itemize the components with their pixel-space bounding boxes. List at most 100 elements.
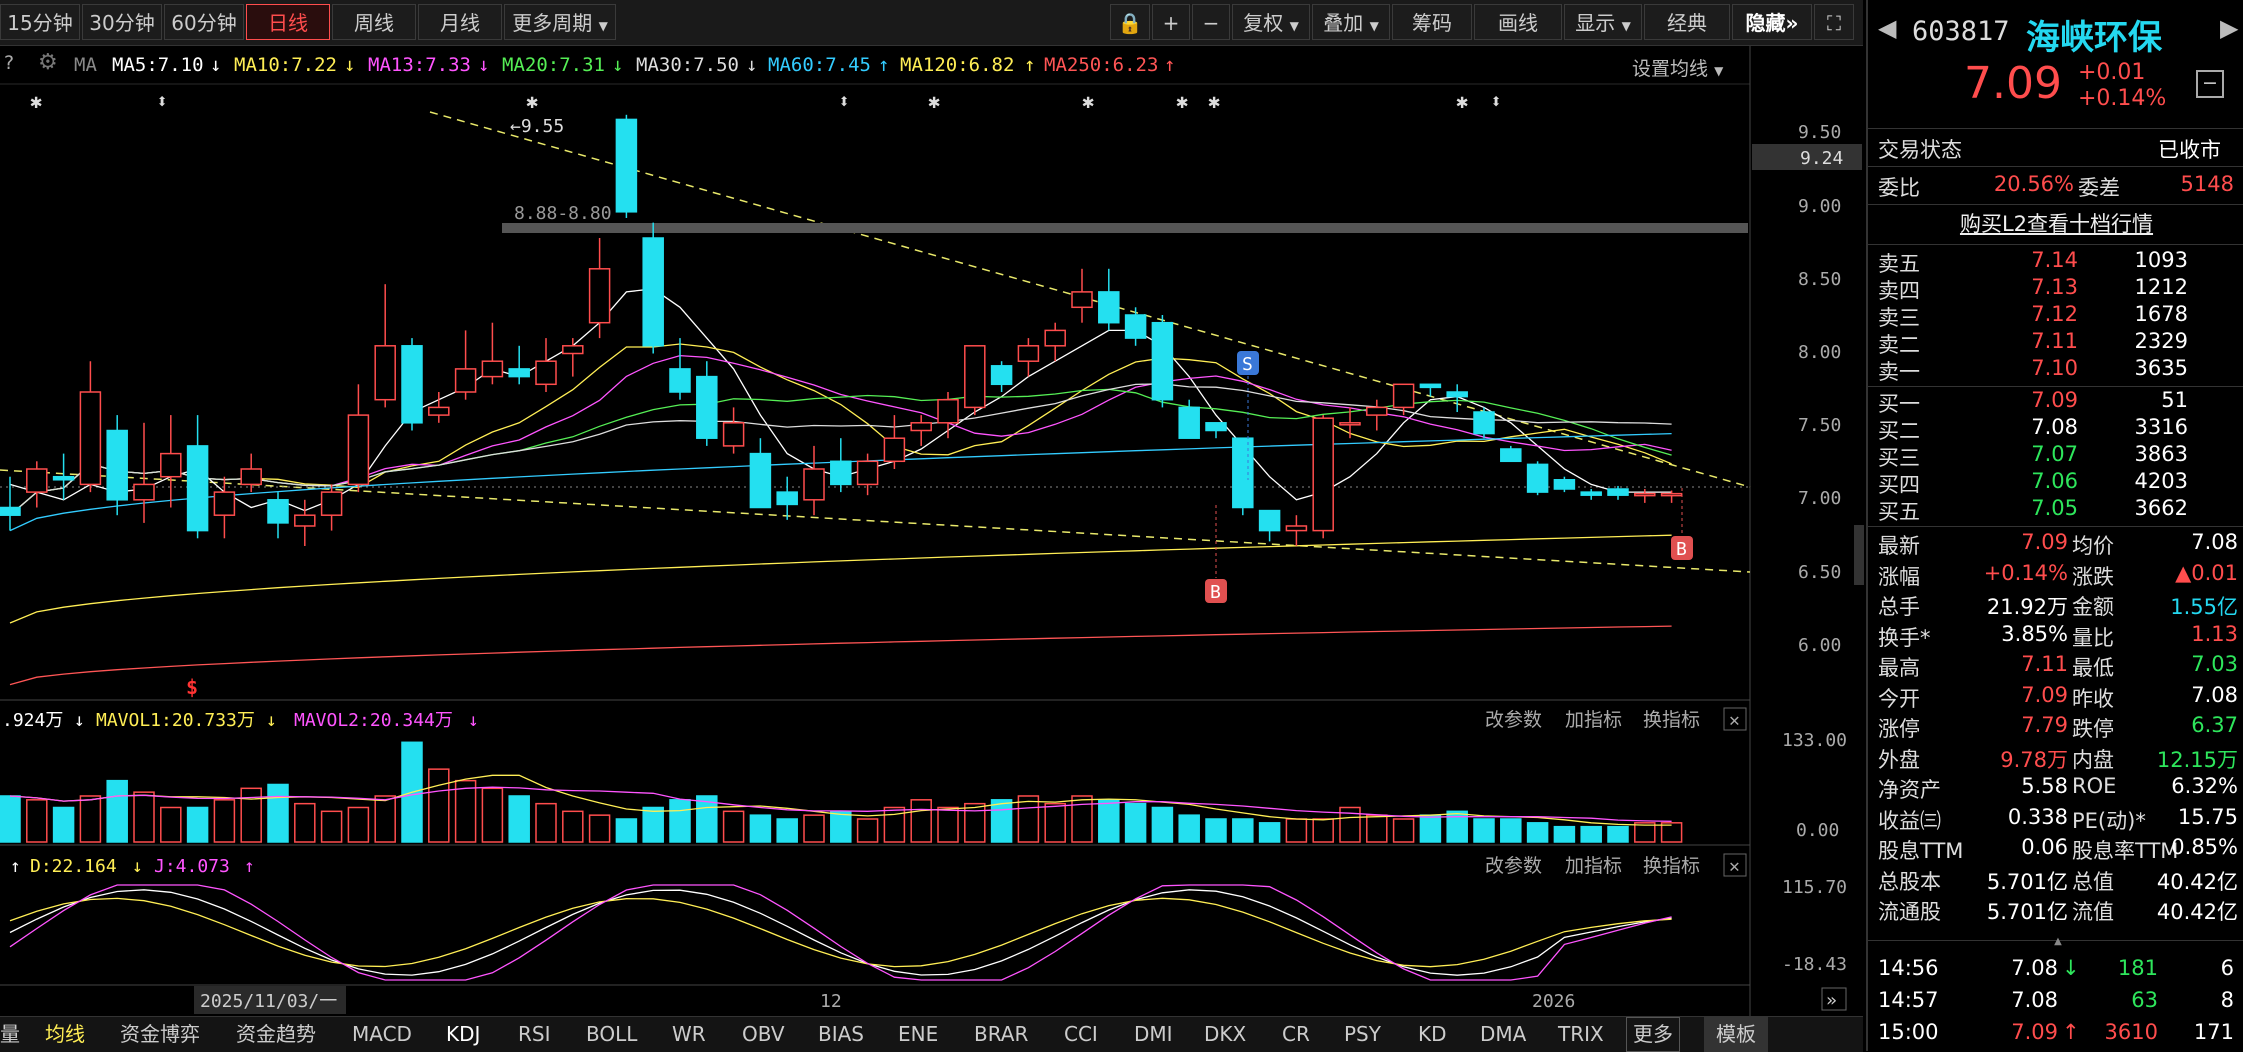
prev-stock-icon[interactable]: ◀	[1878, 14, 1896, 42]
candle[interactable]	[856, 453, 879, 496]
vol-add-indicator-button[interactable]: 加指标	[1565, 709, 1622, 731]
vol-edit-params-button[interactable]: 改参数	[1485, 709, 1542, 731]
tab-cci[interactable]: CCI	[1064, 1017, 1098, 1052]
candle[interactable]	[1017, 338, 1040, 377]
candle[interactable]	[776, 476, 798, 520]
candle[interactable]	[990, 361, 1013, 392]
candle[interactable]	[1124, 307, 1147, 346]
kdj-edit-params-button[interactable]: 改参数	[1485, 855, 1542, 877]
updown-arrow-icon[interactable]: ⬍	[156, 89, 168, 113]
candle[interactable]	[1151, 315, 1174, 408]
star-icon[interactable]: ✱	[30, 89, 42, 113]
candle[interactable]	[160, 415, 182, 508]
candle[interactable]	[26, 461, 48, 508]
candle[interactable]	[1312, 415, 1334, 539]
candle[interactable]	[642, 222, 664, 354]
candle[interactable]	[1285, 515, 1308, 546]
kdj-add-indicator-button[interactable]: 加指标	[1565, 855, 1622, 877]
candle[interactable]	[1258, 509, 1281, 542]
tab-macd[interactable]: MACD	[352, 1017, 412, 1052]
candle[interactable]	[508, 345, 530, 385]
updown-arrow-icon[interactable]: ⬍	[1490, 89, 1502, 113]
candle[interactable]	[1526, 461, 1549, 496]
candle[interactable]	[0, 476, 21, 531]
tab-volume[interactable]: 量	[0, 1017, 20, 1052]
candle[interactable]	[883, 415, 906, 469]
tab-wr[interactable]: WR	[672, 1017, 706, 1052]
panel-toggle-handle[interactable]	[1854, 525, 1864, 585]
star-icon[interactable]: ✱	[526, 89, 538, 113]
candle[interactable]	[562, 338, 584, 377]
candle[interactable]	[1419, 383, 1442, 397]
candle[interactable]	[535, 338, 557, 392]
tab-kd[interactable]: KD	[1418, 1017, 1447, 1052]
tab-dmi[interactable]: DMI	[1134, 1017, 1173, 1052]
candle[interactable]	[294, 499, 316, 546]
candle[interactable]	[1044, 322, 1066, 362]
candle[interactable]	[1446, 384, 1468, 413]
tab-ene[interactable]: ENE	[898, 1017, 938, 1052]
collapse-panel-icon[interactable]: −	[2196, 70, 2224, 98]
tab-boll[interactable]: BOLL	[586, 1017, 637, 1052]
candle[interactable]	[347, 384, 370, 493]
tab-fund-trend[interactable]: 资金趋势	[236, 1017, 316, 1052]
candle[interactable]	[722, 407, 745, 454]
candle[interactable]	[1098, 268, 1120, 331]
tab-trix[interactable]: TRIX	[1558, 1017, 1604, 1052]
tab-psy[interactable]: PSY	[1344, 1017, 1381, 1052]
candle[interactable]	[267, 492, 289, 539]
candle[interactable]	[1473, 407, 1495, 439]
l2-upgrade-link[interactable]: 购买L2查看十档行情	[1960, 212, 2153, 236]
kline-chart[interactable]: 9.50 9.24 9.00 8.50 8.00 7.50 7.00 6.50 …	[0, 0, 1862, 1016]
candle[interactable]	[803, 445, 825, 516]
price-range-band[interactable]	[502, 223, 1748, 233]
candle[interactable]	[106, 415, 128, 516]
star-icon[interactable]: ✱	[1082, 89, 1094, 113]
tab-brar[interactable]: BRAR	[974, 1017, 1028, 1052]
candle[interactable]	[830, 438, 852, 493]
next-stock-icon[interactable]: ▶	[2220, 14, 2238, 42]
candle[interactable]	[52, 453, 75, 500]
tab-rsi[interactable]: RSI	[518, 1017, 551, 1052]
candle[interactable]	[696, 361, 718, 446]
tab-kdj[interactable]: KDJ	[446, 1017, 480, 1052]
candle[interactable]	[240, 453, 262, 493]
star-icon[interactable]: ✱	[1456, 89, 1468, 113]
candle[interactable]	[79, 361, 102, 493]
tab-dma[interactable]: DMA	[1480, 1017, 1526, 1052]
tab-ma[interactable]: 均线	[45, 1017, 85, 1052]
candle[interactable]	[374, 284, 396, 408]
candle[interactable]	[1232, 437, 1254, 516]
candle[interactable]	[401, 338, 423, 431]
candle[interactable]	[1500, 445, 1522, 463]
vol-switch-indicator-button[interactable]: 换指标	[1643, 709, 1700, 731]
tab-dkx[interactable]: DKX	[1204, 1017, 1246, 1052]
candle[interactable]	[588, 238, 611, 339]
candle[interactable]	[1366, 399, 1388, 431]
updown-arrow-icon[interactable]: ⬍	[838, 89, 850, 113]
tab-bias[interactable]: BIAS	[818, 1017, 864, 1052]
candle[interactable]	[1607, 485, 1629, 500]
candle[interactable]	[1392, 383, 1415, 416]
star-icon[interactable]: ✱	[1208, 89, 1220, 113]
lower-trendline[interactable]	[0, 469, 1751, 573]
tab-obv[interactable]: OBV	[742, 1017, 785, 1052]
tab-cr[interactable]: CR	[1282, 1017, 1310, 1052]
candle[interactable]	[186, 415, 209, 539]
expand-up-icon[interactable]: ▲	[2018, 936, 2098, 947]
candle[interactable]	[964, 345, 986, 416]
candle[interactable]	[1634, 489, 1656, 503]
candle[interactable]	[749, 438, 772, 509]
candle[interactable]	[910, 415, 932, 446]
candle[interactable]	[1580, 489, 1602, 500]
candle[interactable]	[1553, 476, 1576, 493]
tab-fund-game[interactable]: 资金博弈	[120, 1017, 200, 1052]
candle[interactable]	[454, 330, 477, 400]
kdj-switch-indicator-button[interactable]: 换指标	[1643, 855, 1700, 877]
tab-template[interactable]: 模板	[1704, 1017, 1768, 1052]
candle[interactable]	[669, 338, 691, 400]
candle[interactable]	[1205, 422, 1227, 439]
candle[interactable]	[320, 484, 343, 531]
candle[interactable]	[615, 114, 638, 218]
candle[interactable]	[481, 322, 504, 385]
